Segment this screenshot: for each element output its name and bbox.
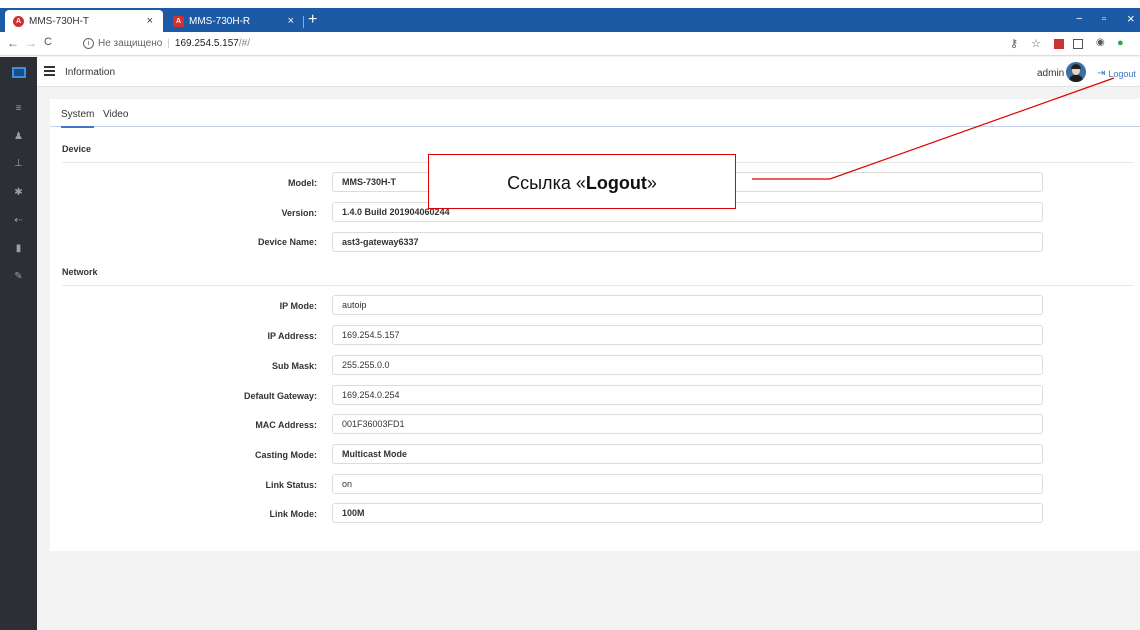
ip-address-field[interactable]: 169.254.5.157 bbox=[332, 325, 1043, 345]
ip-mode-label: IP Mode: bbox=[279, 301, 317, 311]
ip-mode-field[interactable]: autoip bbox=[332, 295, 1043, 315]
info-icon[interactable]: i bbox=[83, 38, 94, 49]
divider bbox=[62, 285, 1134, 286]
device-name-label: Device Name: bbox=[257, 237, 317, 247]
update-icon[interactable]: ● bbox=[1117, 37, 1124, 49]
angular-favicon-icon: A bbox=[13, 15, 24, 27]
tab-close-icon[interactable]: × bbox=[147, 15, 153, 27]
forward-button[interactable]: → bbox=[25, 36, 37, 50]
sign-out-icon: ⇥ bbox=[1097, 68, 1106, 79]
url-divider: | bbox=[167, 38, 170, 49]
url-field[interactable]: i Не защищено | 169.254.5.157 /#/ bbox=[83, 38, 250, 49]
annotation-callout: Ссылка «Logout» bbox=[428, 154, 736, 209]
annotation-text: Ссылка «Logout» bbox=[429, 173, 735, 194]
star-icon[interactable]: ☆ bbox=[1031, 37, 1041, 50]
link-mode-label: Link Mode: bbox=[269, 509, 318, 519]
browser-tab-bar: A MMS-730H-T × A MMS-730H-R × + − ▫ × bbox=[0, 0, 1140, 32]
default-gateway-field[interactable]: 169.254.0.254 bbox=[332, 385, 1043, 405]
casting-mode-label: Casting Mode: bbox=[255, 450, 317, 460]
mac-address-field[interactable]: 001F36003FD1 bbox=[332, 414, 1043, 434]
security-status: Не защищено bbox=[98, 38, 163, 49]
username: admin bbox=[1037, 68, 1065, 79]
url-path: /#/ bbox=[238, 38, 250, 49]
tab-title: MMS-730H-R bbox=[189, 15, 251, 27]
hamburger-menu-icon[interactable] bbox=[44, 66, 55, 78]
logout-label: Logout bbox=[1108, 68, 1136, 79]
mac-address-label: MAC Address: bbox=[255, 420, 317, 430]
sub-mask-label: Sub Mask: bbox=[271, 361, 317, 371]
browser-tab-inactive[interactable]: A MMS-730H-R × bbox=[165, 10, 302, 32]
sub-mask-field[interactable]: 255.255.0.0 bbox=[332, 355, 1043, 375]
ip-address-label: IP Address: bbox=[267, 331, 317, 341]
logo-icon bbox=[0, 57, 37, 87]
profile-icon[interactable]: ◉ bbox=[1096, 37, 1105, 48]
tab-separator bbox=[303, 16, 304, 28]
device-heading: Device bbox=[62, 144, 92, 154]
tab-close-icon[interactable]: × bbox=[288, 15, 294, 27]
minimize-button[interactable]: − bbox=[1076, 13, 1082, 25]
key-icon[interactable]: ⚷ bbox=[1010, 37, 1018, 50]
sidebar-item-wrench-icon[interactable]: ✎ bbox=[0, 271, 37, 282]
annotation-bold: Logout bbox=[585, 173, 647, 193]
address-bar: ← → C i Не защищено | 169.254.5.157 /#/ … bbox=[0, 32, 1140, 56]
close-window-button[interactable]: × bbox=[1127, 11, 1135, 26]
model-label: Model: bbox=[288, 178, 317, 188]
back-button[interactable]: ← bbox=[7, 36, 19, 50]
default-gateway-label: Default Gateway: bbox=[243, 391, 317, 401]
new-tab-button[interactable]: + bbox=[308, 12, 317, 28]
app-header: Information admin ⇥ Logout bbox=[0, 57, 1140, 87]
sidebar: ≡ ♟ ⊥ ✱ ⇠ ▮ ✎ bbox=[0, 87, 37, 630]
annotation-suffix: » bbox=[646, 173, 657, 193]
version-label: Version: bbox=[281, 208, 317, 218]
angular-favicon-icon: A bbox=[173, 15, 184, 27]
tab-title: MMS-730H-T bbox=[29, 15, 90, 27]
page-title: Information bbox=[65, 67, 116, 78]
logout-link[interactable]: ⇥ Logout bbox=[1097, 68, 1136, 79]
restore-button[interactable]: ▫ bbox=[1102, 13, 1106, 25]
sidebar-item-gear-icon[interactable]: ✱ bbox=[0, 187, 37, 198]
tab-video[interactable]: Video bbox=[103, 109, 128, 120]
tab-strip: System Video bbox=[50, 99, 1140, 128]
sidebar-item-user-icon[interactable]: ♟ bbox=[0, 131, 37, 142]
casting-mode-field[interactable]: Multicast Mode bbox=[332, 444, 1043, 464]
network-heading: Network bbox=[62, 267, 98, 277]
annotation-prefix: Ссылка « bbox=[507, 173, 586, 193]
sidebar-item-list-icon[interactable]: ≡ bbox=[0, 103, 37, 114]
sidebar-item-database-icon[interactable]: ▮ bbox=[0, 243, 37, 254]
sidebar-item-usb-icon[interactable]: ⇠ bbox=[0, 215, 37, 226]
browser-tab-active[interactable]: A MMS-730H-T × bbox=[5, 10, 163, 32]
link-status-field[interactable]: on bbox=[332, 474, 1043, 494]
extension-icon[interactable] bbox=[1073, 39, 1083, 49]
url-host: 169.254.5.157 bbox=[174, 38, 239, 49]
tab-system[interactable]: System bbox=[61, 109, 95, 128]
sidebar-item-network-icon[interactable]: ⊥ bbox=[0, 158, 37, 169]
device-name-field[interactable]: ast3-gateway6337 bbox=[332, 232, 1043, 252]
reload-button[interactable]: C bbox=[44, 36, 52, 48]
avatar[interactable] bbox=[1066, 62, 1086, 82]
link-status-label: Link Status: bbox=[265, 480, 317, 490]
pdf-extension-icon[interactable] bbox=[1054, 39, 1064, 49]
link-mode-field[interactable]: 100M bbox=[332, 503, 1043, 523]
